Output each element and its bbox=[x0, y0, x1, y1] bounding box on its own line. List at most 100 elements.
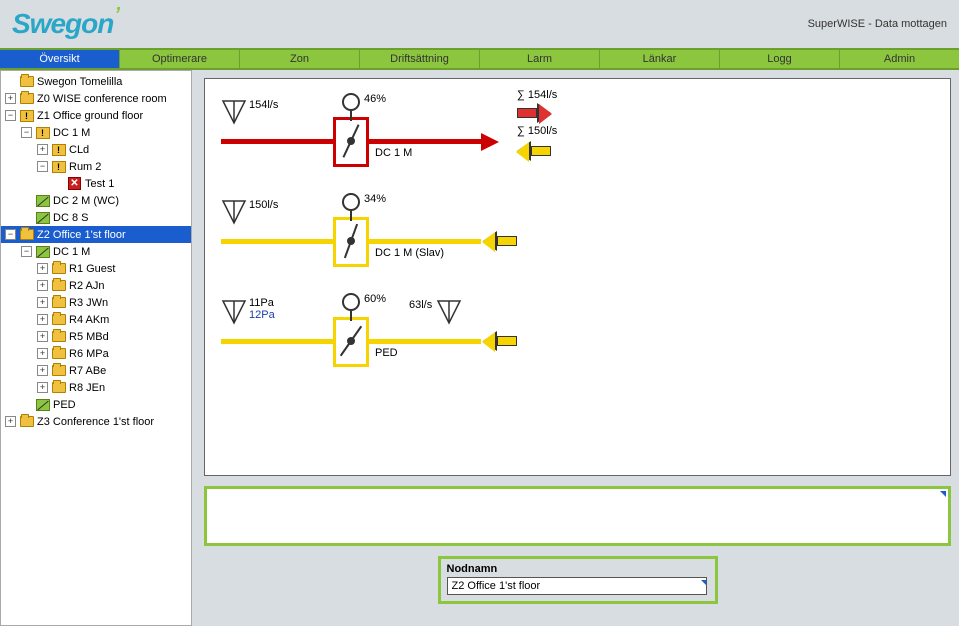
tree-label: Z2 Office 1'st floor bbox=[37, 229, 126, 241]
tree-node[interactable]: + Z0 WISE conference room bbox=[1, 90, 191, 107]
tree-node[interactable]: +Z3 Conference 1'st floor bbox=[1, 413, 191, 430]
nodnamn-panel: Nodnamn bbox=[438, 556, 718, 604]
antenna-icon bbox=[436, 299, 462, 325]
tree-node[interactable]: + R4 AKm bbox=[1, 311, 191, 328]
tree-node[interactable]: DC 8 S bbox=[1, 209, 191, 226]
warning-icon: ! bbox=[35, 126, 50, 139]
logo-accent-icon: ’ bbox=[114, 4, 119, 27]
expand-icon[interactable]: + bbox=[37, 297, 48, 308]
tree-node[interactable]: −!Z1 Office ground floor bbox=[1, 107, 191, 124]
tree-node[interactable]: + R6 MPa bbox=[1, 345, 191, 362]
tree-label: R8 JEn bbox=[69, 382, 105, 394]
folder-icon bbox=[51, 279, 66, 292]
nav-zon[interactable]: Zon bbox=[240, 50, 360, 68]
tree-node[interactable]: DC 2 M (WC) bbox=[1, 192, 191, 209]
tree-label: DC 1 M bbox=[53, 127, 90, 139]
folder-icon bbox=[51, 296, 66, 309]
folder-icon bbox=[19, 75, 34, 88]
nav-optimerare[interactable]: Optimerare bbox=[120, 50, 240, 68]
tree-label: Z1 Office ground floor bbox=[37, 110, 143, 122]
expand-icon[interactable]: + bbox=[5, 93, 16, 104]
antenna-icon bbox=[221, 299, 247, 325]
tree-node[interactable]: +R2 AJn bbox=[1, 277, 191, 294]
tree-node[interactable]: + R3 JWn bbox=[1, 294, 191, 311]
ok-icon bbox=[35, 398, 50, 411]
tree-label: CLd bbox=[69, 144, 89, 156]
tree-label: DC 2 M (WC) bbox=[53, 195, 119, 207]
damper-actuator-icon bbox=[342, 193, 360, 211]
tree-node[interactable]: PED bbox=[1, 396, 191, 413]
tree-label: R4 AKm bbox=[69, 314, 109, 326]
expand-icon[interactable]: + bbox=[37, 382, 48, 393]
damper-name: DC 1 M (Slav) bbox=[375, 247, 444, 259]
damper-percent: 60% bbox=[364, 293, 386, 305]
expand-icon[interactable]: + bbox=[5, 416, 16, 427]
tree-node[interactable]: −!Rum 2 bbox=[1, 158, 191, 175]
expand-icon[interactable]: + bbox=[37, 280, 48, 291]
expand-icon[interactable]: + bbox=[37, 144, 48, 155]
info-panel[interactable] bbox=[204, 486, 951, 546]
folder-icon bbox=[51, 364, 66, 377]
folder-icon bbox=[51, 347, 66, 360]
tree-node[interactable]: − DC 1 M bbox=[1, 243, 191, 260]
flow-row-ped: 11Pa 12Pa 60% PED 63l/s bbox=[221, 291, 934, 371]
tree-label: DC 1 M bbox=[53, 246, 90, 258]
tree-node[interactable]: − Z2 Office 1'st floor bbox=[1, 226, 191, 243]
antenna-icon bbox=[221, 199, 247, 225]
tree-label: R3 JWn bbox=[69, 297, 108, 309]
header: Swegon ’ SuperWISE - Data mottagen bbox=[0, 0, 959, 48]
damper-stem-icon bbox=[350, 211, 352, 221]
expand-icon[interactable]: + bbox=[37, 314, 48, 325]
sensor-value-pa2: 12Pa bbox=[249, 309, 275, 321]
nodnamn-input[interactable] bbox=[447, 577, 707, 595]
logo-text: Swegon bbox=[12, 8, 113, 40]
tree-node[interactable]: + R7 ABe bbox=[1, 362, 191, 379]
expand-icon[interactable]: + bbox=[37, 348, 48, 359]
tree-node[interactable]: ✕Test 1 bbox=[1, 175, 191, 192]
tree-node[interactable]: Swegon Tomelilla bbox=[1, 73, 191, 90]
folder-icon bbox=[19, 228, 34, 241]
tree-node[interactable]: −!DC 1 M bbox=[1, 124, 191, 141]
expand-icon[interactable]: + bbox=[37, 263, 48, 274]
tree-node[interactable]: +R5 MBd bbox=[1, 328, 191, 345]
antenna-icon bbox=[221, 99, 247, 125]
collapse-icon[interactable]: − bbox=[5, 110, 16, 121]
damper-name: DC 1 M bbox=[375, 147, 412, 159]
collapse-icon[interactable]: − bbox=[5, 229, 16, 240]
collapse-icon[interactable]: − bbox=[37, 161, 48, 172]
tree-sidebar[interactable]: Swegon Tomelilla + Z0 WISE conference room… bbox=[0, 70, 192, 626]
damper-knob-icon bbox=[347, 237, 355, 245]
expand-icon[interactable]: + bbox=[37, 331, 48, 342]
warning-icon: ! bbox=[51, 143, 66, 156]
tree-node[interactable]: + R8 JEn bbox=[1, 379, 191, 396]
main-nav: ÖversiktOptimerareZonDriftsättningLarmLä… bbox=[0, 48, 959, 70]
damper-stem-icon bbox=[350, 311, 352, 321]
expand-icon[interactable]: + bbox=[37, 365, 48, 376]
collapse-icon[interactable]: − bbox=[21, 246, 32, 257]
tree-label: R7 ABe bbox=[69, 365, 106, 377]
tree-node[interactable]: +!CLd bbox=[1, 141, 191, 158]
warning-icon: ! bbox=[51, 160, 66, 173]
content-area: 154l/s 46% DC 1 M ∑ 154l/s ∑ 150l/s bbox=[192, 70, 959, 626]
sensor-value-2: 63l/s bbox=[409, 299, 432, 311]
sum-supply: ∑ 154l/s bbox=[517, 89, 557, 101]
tree-label: DC 8 S bbox=[53, 212, 88, 224]
nodnamn-label: Nodnamn bbox=[447, 563, 709, 575]
tree-label: Test 1 bbox=[85, 178, 114, 190]
nav-översikt[interactable]: Översikt bbox=[0, 50, 120, 68]
tree-label: Rum 2 bbox=[69, 161, 101, 173]
nav-larm[interactable]: Larm bbox=[480, 50, 600, 68]
damper-knob-icon bbox=[347, 337, 355, 345]
nav-länkar[interactable]: Länkar bbox=[600, 50, 720, 68]
damper-percent: 46% bbox=[364, 93, 386, 105]
tree-label: R1 Guest bbox=[69, 263, 115, 275]
tree-label: Z0 WISE conference room bbox=[37, 93, 167, 105]
nav-driftsättning[interactable]: Driftsättning bbox=[360, 50, 480, 68]
logo: Swegon ’ bbox=[12, 8, 119, 40]
nav-logg[interactable]: Logg bbox=[720, 50, 840, 68]
nav-admin[interactable]: Admin bbox=[840, 50, 959, 68]
tree-label: R6 MPa bbox=[69, 348, 109, 360]
tree-node[interactable]: + R1 Guest bbox=[1, 260, 191, 277]
status-text: SuperWISE - Data mottagen bbox=[808, 18, 947, 30]
collapse-icon[interactable]: − bbox=[21, 127, 32, 138]
